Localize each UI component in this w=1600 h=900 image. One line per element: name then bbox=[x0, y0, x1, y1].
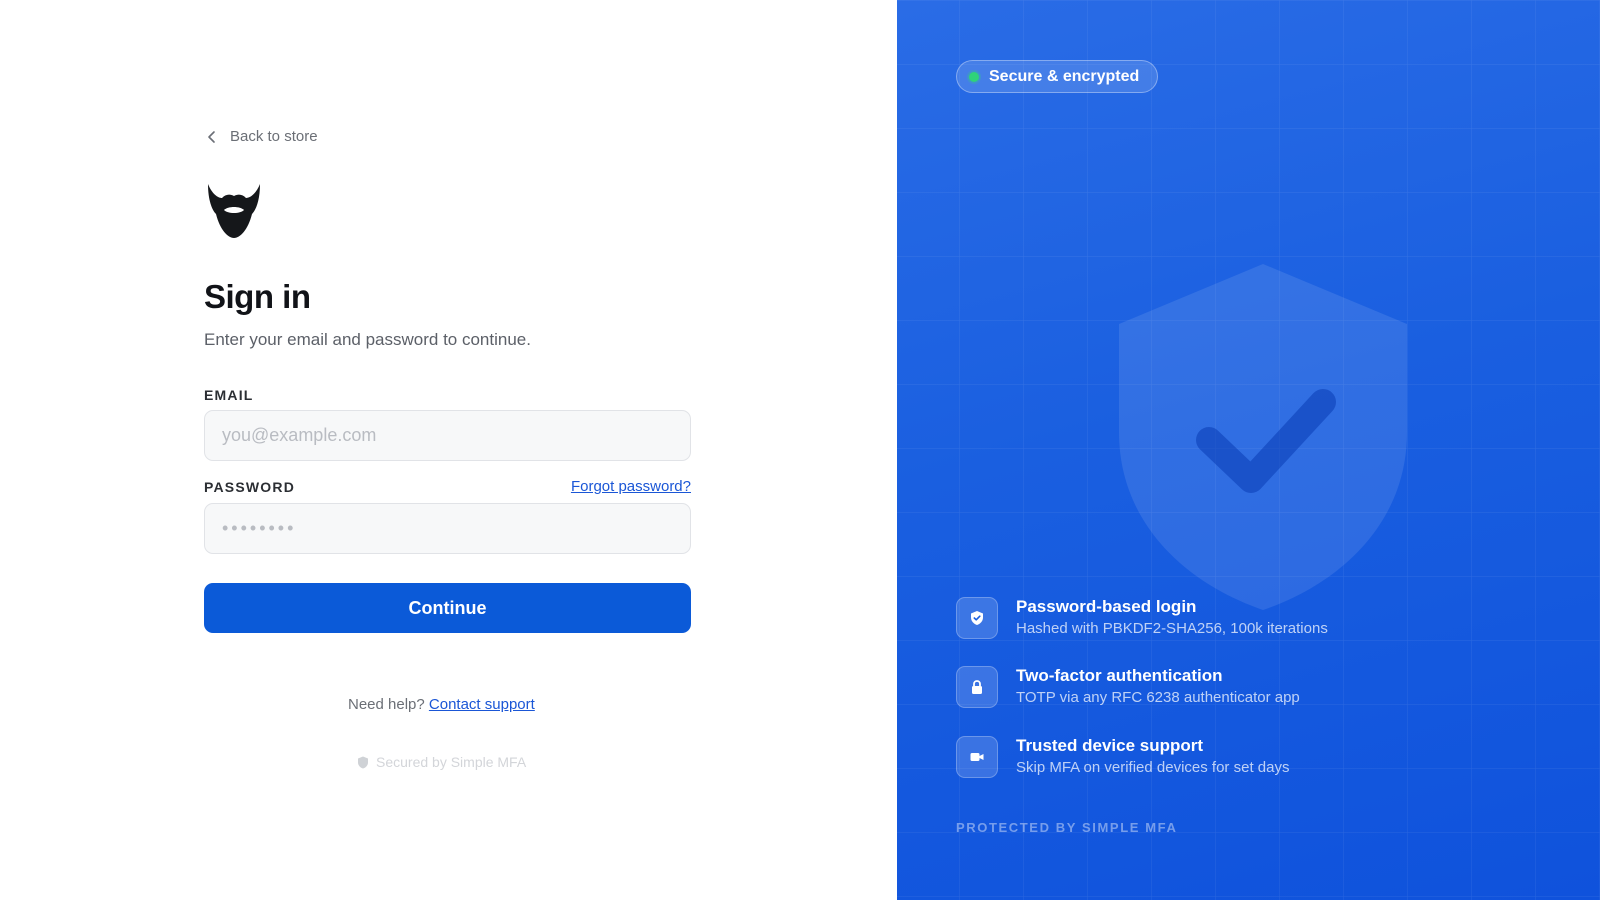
continue-button[interactable]: Continue bbox=[204, 583, 691, 633]
back-to-store-label: Back to store bbox=[230, 128, 318, 145]
shield-icon bbox=[358, 756, 368, 768]
feature-item: Two-factor authentication TOTP via any R… bbox=[956, 666, 1300, 710]
protected-by-footer: PROTECTED BY SIMPLE MFA bbox=[956, 820, 1178, 835]
feature-item: Password-based login Hashed with PBKDF2-… bbox=[956, 597, 1328, 641]
video-device-icon bbox=[970, 753, 984, 761]
email-field[interactable] bbox=[204, 410, 691, 461]
feature-title: Trusted device support bbox=[1016, 736, 1204, 755]
sign-in-panel: Back to store Sign in Enter your email a… bbox=[0, 0, 897, 900]
feature-desc: TOTP via any RFC 6238 authenticator app bbox=[1016, 689, 1300, 706]
lock-icon bbox=[972, 680, 982, 694]
back-to-store-link[interactable]: Back to store bbox=[204, 128, 318, 145]
beard-logo-icon bbox=[208, 184, 260, 238]
feature-title: Two-factor authentication bbox=[1016, 666, 1223, 685]
badge-label: Secure & encrypted bbox=[989, 67, 1140, 85]
password-field[interactable] bbox=[204, 503, 691, 554]
status-dot-icon bbox=[969, 71, 979, 82]
secure-encrypted-badge: Secure & encrypted bbox=[956, 60, 1159, 93]
page-subtitle: Enter your email and password to continu… bbox=[204, 330, 531, 349]
email-label: EMAIL bbox=[204, 387, 254, 403]
shield-check-illustration-icon bbox=[1119, 264, 1407, 610]
forgot-password-link[interactable]: Forgot password? bbox=[571, 478, 691, 495]
page-title: Sign in bbox=[204, 278, 311, 315]
shield-check-icon bbox=[971, 611, 983, 625]
security-info-panel: Secure & encrypted Password-based login … bbox=[897, 0, 1600, 900]
help-prefix: Need help? bbox=[348, 696, 425, 713]
contact-support-link[interactable]: Contact support bbox=[429, 696, 535, 713]
feature-desc: Hashed with PBKDF2-SHA256, 100k iteratio… bbox=[1016, 620, 1328, 637]
chevron-left-icon bbox=[208, 130, 215, 143]
feature-desc: Skip MFA on verified devices for set day… bbox=[1016, 759, 1290, 776]
feature-title: Password-based login bbox=[1016, 597, 1197, 616]
secured-by-note: Secured by Simple MFA bbox=[357, 754, 526, 770]
password-label: PASSWORD bbox=[204, 479, 296, 495]
secured-by-label: Secured by Simple MFA bbox=[376, 754, 527, 770]
feature-item: Trusted device support Skip MFA on verif… bbox=[956, 736, 1289, 780]
